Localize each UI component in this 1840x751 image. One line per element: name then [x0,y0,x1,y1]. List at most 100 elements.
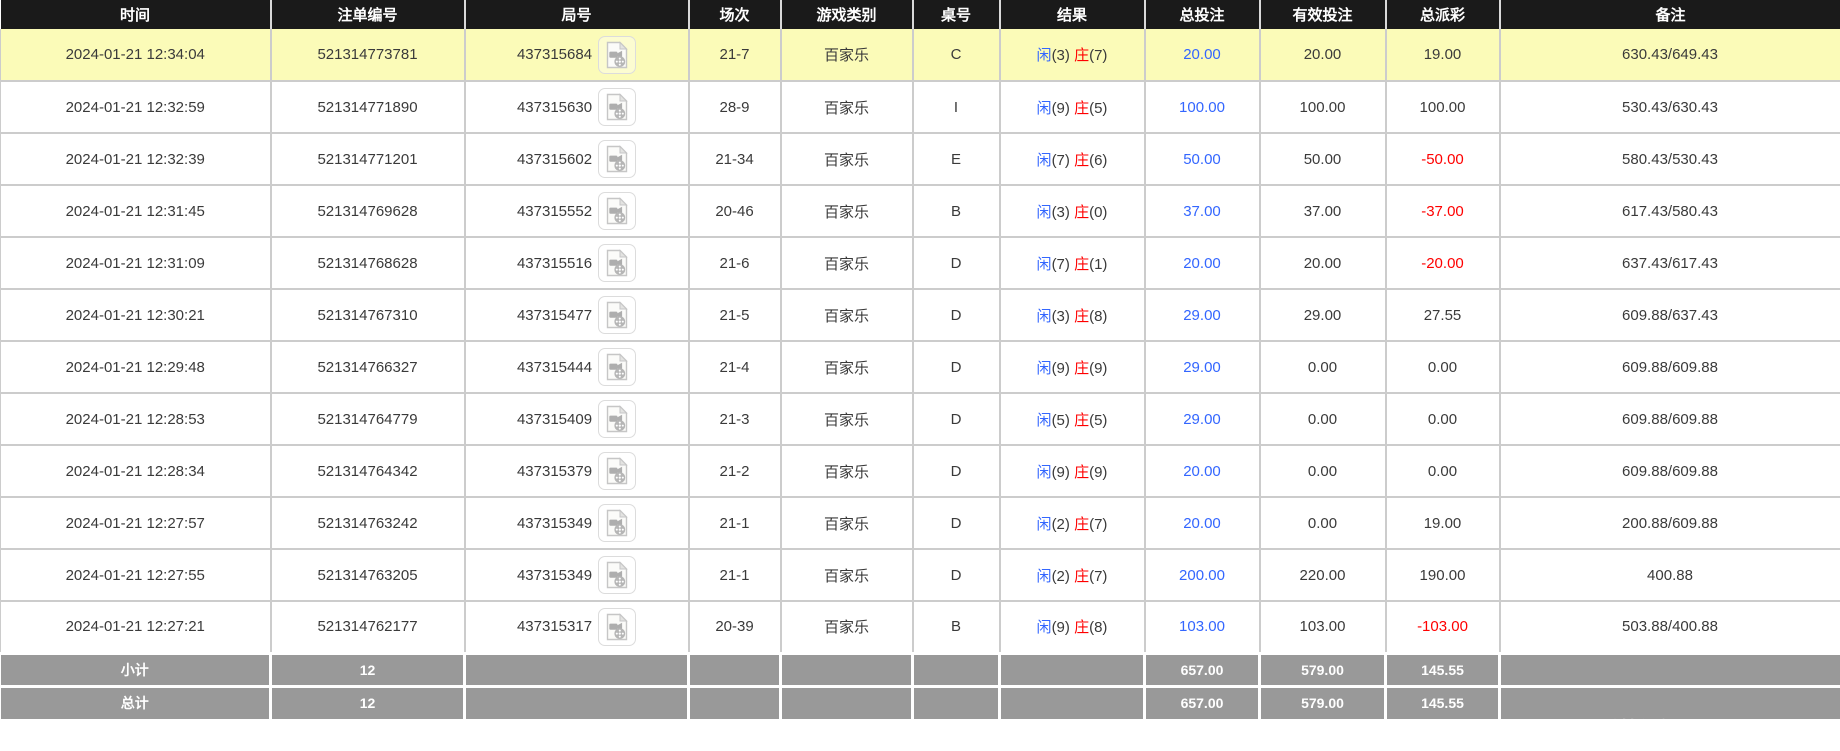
cell-round-no: 437315684 [465,29,689,81]
summary-empty-round-no [465,686,689,719]
cell-round-no: 437315552 [465,185,689,237]
cell-bet-no: 521314762177 [271,601,465,653]
cell-table-no: B [913,185,1000,237]
summary-empty-round-no [465,653,689,686]
cell-game-type: 百家乐 [781,393,913,445]
video-replay-button[interactable] [598,504,636,542]
summary-empty-table-no [913,653,1000,686]
cell-total-payout: 0.00 [1386,393,1500,445]
cell-round-no: 437315602 [465,133,689,185]
cell-result: 闲(9) 庄(8) [1000,601,1145,653]
cell-total-bet[interactable]: 20.00 [1145,445,1260,497]
video-replay-button[interactable] [598,36,636,74]
cell-total-bet[interactable]: 20.00 [1145,237,1260,289]
table-row: 2024-01-21 12:32:39521314771201437315602… [1,133,1840,185]
video-replay-button[interactable] [598,192,636,230]
table-row: 2024-01-21 12:28:34521314764342437315379… [1,445,1840,497]
cell-session: 21-34 [689,133,781,185]
cell-total-bet[interactable]: 50.00 [1145,133,1260,185]
cell-valid-bet: 50.00 [1260,133,1386,185]
cell-total-bet[interactable]: 37.00 [1145,185,1260,237]
video-replay-button[interactable] [598,452,636,490]
table-footer: 小计12657.00579.00145.55总计12657.00579.0014… [1,653,1840,719]
video-replay-button[interactable] [598,400,636,438]
cell-valid-bet: 220.00 [1260,549,1386,601]
cell-valid-bet: 37.00 [1260,185,1386,237]
cell-time: 2024-01-21 12:31:45 [1,185,271,237]
round-no-text: 437315630 [517,99,592,116]
cell-total-bet[interactable]: 29.00 [1145,393,1260,445]
cell-table-no: D [913,237,1000,289]
video-replay-button[interactable] [598,140,636,178]
result-player-points: (2) [1052,568,1070,585]
cell-result: 闲(9) 庄(9) [1000,341,1145,393]
cell-total-payout: 190.00 [1386,549,1500,601]
cell-time: 2024-01-21 12:31:09 [1,237,271,289]
result-banker-label: 庄 [1074,568,1089,585]
round-no-text: 437315516 [517,255,592,272]
round-no-text: 437315317 [517,618,592,635]
result-player-label: 闲 [1037,256,1052,273]
video-record-icon [605,509,629,537]
cell-total-bet[interactable]: 29.00 [1145,289,1260,341]
cell-table-no: D [913,341,1000,393]
round-wrap: 437315602 [466,140,688,178]
video-record-icon [605,93,629,121]
cell-result: 闲(5) 庄(5) [1000,393,1145,445]
cell-valid-bet: 20.00 [1260,29,1386,81]
cell-remark: 580.43/530.43 [1500,133,1840,185]
cell-result: 闲(9) 庄(5) [1000,81,1145,133]
cell-total-bet[interactable]: 29.00 [1145,341,1260,393]
summary-count: 12 [271,686,465,719]
video-replay-button[interactable] [598,556,636,594]
cell-total-bet[interactable]: 20.00 [1145,29,1260,81]
cell-valid-bet: 0.00 [1260,497,1386,549]
cell-total-payout: 100.00 [1386,81,1500,133]
cell-session: 20-39 [689,601,781,653]
video-replay-button[interactable] [598,244,636,282]
video-replay-button[interactable] [598,296,636,334]
summary-valid-bet: 579.00 [1260,653,1386,686]
cell-game-type: 百家乐 [781,549,913,601]
summary-count: 12 [271,653,465,686]
result-player-points: (9) [1052,360,1070,377]
header-row: 时间注单编号局号场次游戏类别桌号结果总投注有效投注总派彩备注 [1,0,1840,29]
table-row: 2024-01-21 12:30:21521314767310437315477… [1,289,1840,341]
result-player-points: (9) [1052,100,1070,117]
cell-bet-no: 521314763242 [271,497,465,549]
video-replay-button[interactable] [598,348,636,386]
result-player-points: (3) [1052,308,1070,325]
round-no-text: 437315684 [517,46,592,63]
round-no-text: 437315379 [517,463,592,480]
cell-result: 闲(9) 庄(9) [1000,445,1145,497]
result-banker-label: 庄 [1074,619,1089,636]
round-wrap: 437315349 [466,504,688,542]
video-record-icon [605,457,629,485]
cell-total-bet[interactable]: 103.00 [1145,601,1260,653]
cell-table-no: E [913,133,1000,185]
cell-total-bet[interactable]: 100.00 [1145,81,1260,133]
cell-time: 2024-01-21 12:27:21 [1,601,271,653]
result-banker-points: (9) [1089,360,1107,377]
cell-total-bet[interactable]: 200.00 [1145,549,1260,601]
cell-total-bet[interactable]: 20.00 [1145,497,1260,549]
summary-total-payout: 145.55 [1386,686,1500,719]
col-header-total_payout: 总派彩 [1386,0,1500,29]
round-no-text: 437315349 [517,567,592,584]
result-player-points: (3) [1052,47,1070,64]
summary-empty-game-type [781,653,913,686]
video-replay-button[interactable] [598,88,636,126]
cell-table-no: D [913,393,1000,445]
video-replay-button[interactable] [598,608,636,646]
table-row: 2024-01-21 12:31:45521314769628437315552… [1,185,1840,237]
cell-round-no: 437315379 [465,445,689,497]
cell-session: 21-7 [689,29,781,81]
cell-valid-bet: 29.00 [1260,289,1386,341]
cell-round-no: 437315409 [465,393,689,445]
result-banker-points: (7) [1089,516,1107,533]
cell-total-payout: 27.55 [1386,289,1500,341]
cell-game-type: 百家乐 [781,497,913,549]
round-no-text: 437315409 [517,411,592,428]
round-wrap: 437315349 [466,556,688,594]
video-record-icon [605,197,629,225]
